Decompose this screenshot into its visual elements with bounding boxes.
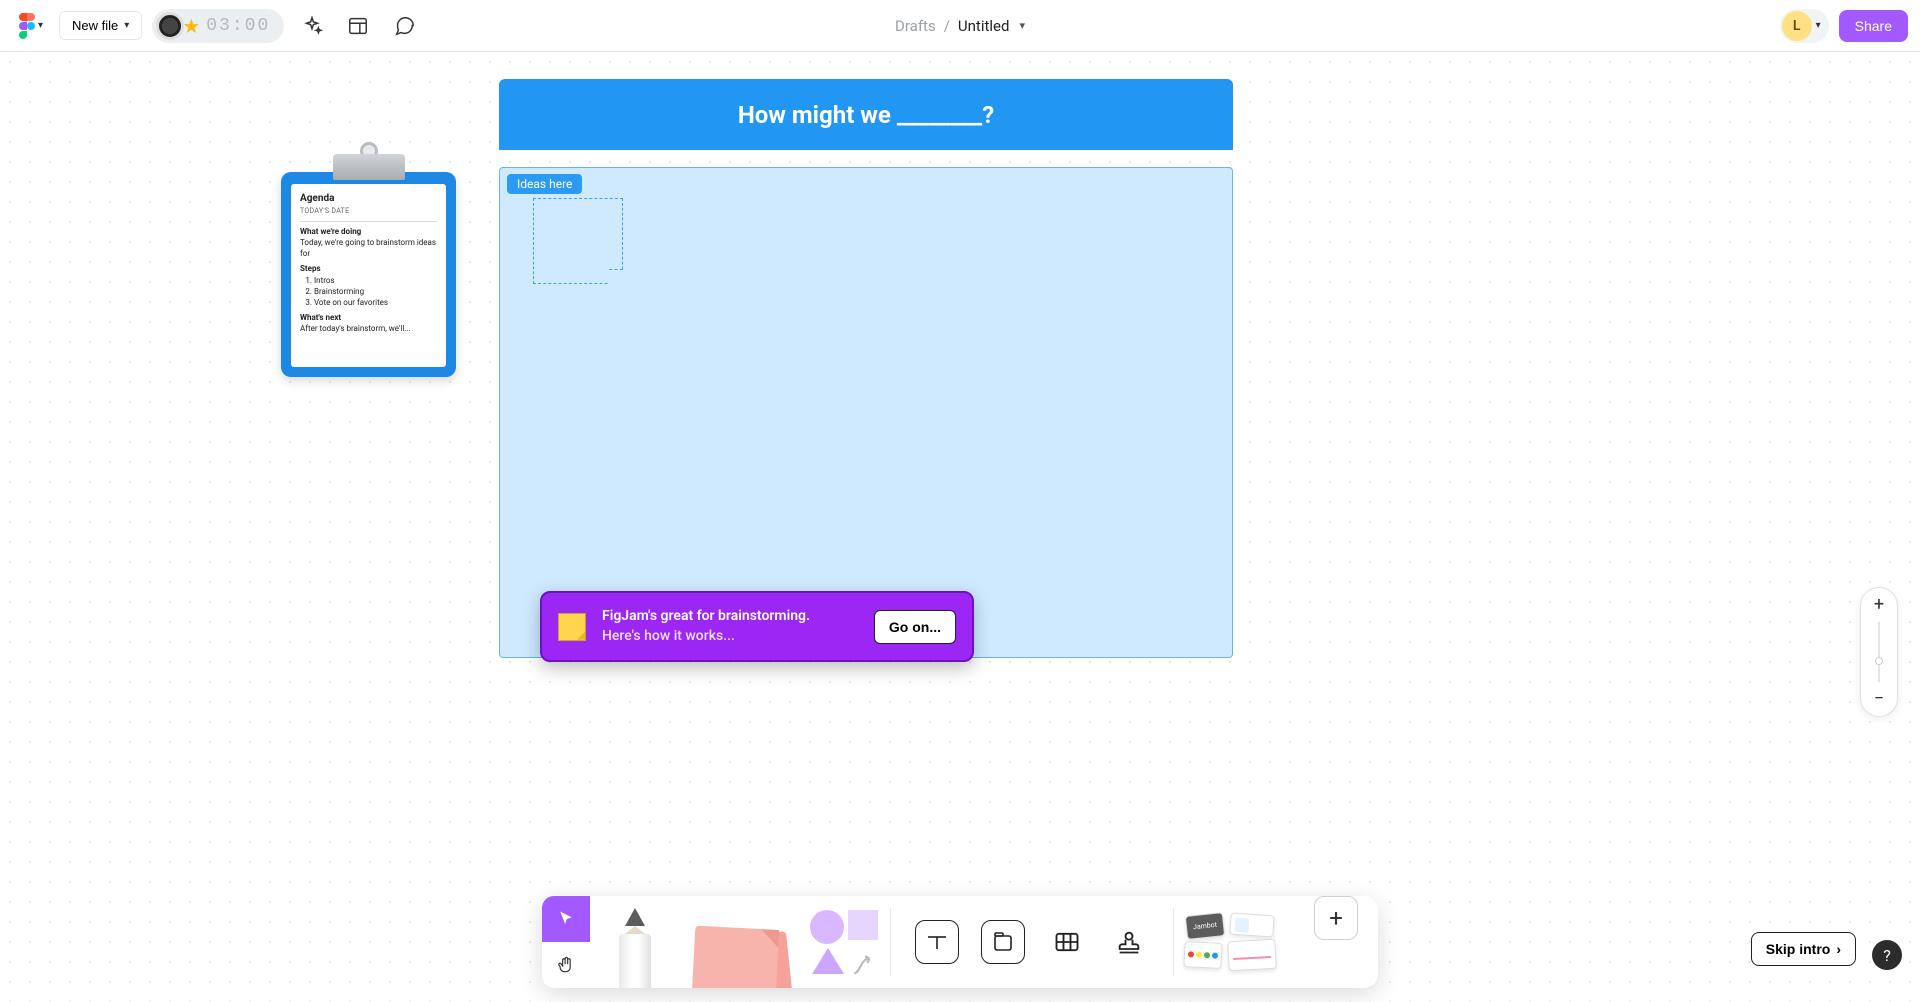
sticky-placeholder[interactable]: [533, 198, 623, 284]
agenda-date: TODAY'S DATE: [300, 207, 437, 217]
agenda-step: Brainstorming: [314, 286, 437, 297]
widget-preview-icon: Jambot: [1185, 912, 1225, 940]
intro-line1: FigJam's great for brainstorming.: [602, 607, 858, 627]
agenda-next-title: What's next: [300, 312, 437, 323]
chevron-right-icon: ›: [1836, 941, 1841, 957]
agenda-paper: Agenda TODAY'S DATE What we're doing Tod…: [291, 184, 446, 367]
intro-continue-button[interactable]: Go on...: [874, 610, 956, 644]
breadcrumb-separator: /: [944, 17, 950, 35]
timer-value: 03:00: [206, 16, 270, 36]
layout-view-button[interactable]: [340, 8, 376, 44]
ai-sparkle-button[interactable]: [294, 8, 330, 44]
chevron-down-icon: ▾: [1019, 19, 1025, 32]
stamp-icon: [1115, 928, 1143, 956]
comments-button[interactable]: [386, 8, 422, 44]
agenda-next-body: After today's brainstorm, we'll...: [300, 323, 437, 334]
marker-tool-button[interactable]: [590, 896, 680, 988]
sticky-icon: [692, 926, 779, 988]
breadcrumb-location: Drafts: [895, 17, 936, 35]
stamp-tool-button[interactable]: [1109, 922, 1149, 962]
record-disc-icon: [156, 12, 184, 40]
layout-icon: [347, 15, 369, 37]
prompt-banner[interactable]: How might we ________?: [499, 79, 1233, 150]
plus-icon: +: [1329, 904, 1343, 932]
more-tools-button[interactable]: +: [1314, 896, 1358, 940]
sticky-note-icon: [558, 613, 586, 641]
intro-popover: FigJam's great for brainstorming. Here's…: [540, 591, 974, 662]
agenda-title: Agenda: [300, 192, 437, 206]
text-tool-button[interactable]: [915, 920, 959, 964]
bottom-toolbar: Jambot +: [542, 896, 1378, 988]
chevron-down-icon: ▾: [38, 20, 43, 31]
canvas[interactable]: How might we ________? Ideas here Agenda…: [0, 52, 1920, 1002]
square-icon: [848, 910, 878, 940]
breadcrumb-title: Untitled: [958, 17, 1010, 35]
table-icon: [1053, 928, 1081, 956]
chevron-down-icon: ▾: [1816, 20, 1821, 31]
timer-button[interactable]: ★ 03:00: [152, 9, 284, 43]
agenda-clipboard[interactable]: Agenda TODAY'S DATE What we're doing Tod…: [281, 172, 456, 377]
chevron-down-icon: ▾: [124, 20, 129, 31]
intro-text: FigJam's great for brainstorming. Here's…: [602, 607, 858, 646]
zoom-control: + −: [1860, 587, 1898, 717]
section-icon: [991, 930, 1015, 954]
intro-line2: Here's how it works...: [602, 627, 858, 647]
hand-tool-button[interactable]: [542, 942, 590, 988]
agenda-step: Intros: [314, 275, 437, 286]
agenda-steps-title: Steps: [300, 263, 437, 274]
shapes-tool-button[interactable]: [800, 896, 890, 988]
circle-icon: [810, 910, 844, 944]
triangle-icon: [812, 948, 844, 974]
cursor-icon: [556, 909, 576, 929]
zoom-in-button[interactable]: +: [1874, 596, 1884, 614]
zoom-slider[interactable]: [1878, 622, 1880, 682]
user-presence-button[interactable]: L ▾: [1780, 9, 1829, 43]
zoom-thumb[interactable]: [1875, 657, 1883, 665]
clipboard-clip-icon: [333, 154, 405, 180]
new-file-label: New file: [72, 18, 118, 33]
speech-bubble-icon: [393, 15, 415, 37]
ideas-label: Ideas here: [507, 174, 582, 194]
main-menu-button[interactable]: ▾: [12, 9, 49, 43]
widget-preview-icon: [1227, 939, 1277, 971]
text-icon: [925, 930, 949, 954]
widget-preview-icon: [1229, 912, 1274, 937]
new-file-button[interactable]: New file ▾: [59, 11, 142, 40]
zoom-out-button[interactable]: −: [1874, 690, 1884, 708]
connector-arrow-icon: [850, 952, 876, 982]
avatar: L: [1782, 11, 1812, 41]
marker-icon: [613, 908, 657, 988]
hand-icon: [556, 955, 576, 975]
widgets-button[interactable]: Jambot: [1174, 896, 1294, 988]
sticky-note-tool-button[interactable]: [680, 896, 800, 988]
select-tool-button[interactable]: [542, 896, 590, 942]
help-button[interactable]: ?: [1872, 940, 1902, 970]
agenda-sec1-body: Today, we're going to brainstorm ideas f…: [300, 237, 437, 259]
table-tool-button[interactable]: [1047, 922, 1087, 962]
skip-intro-label: Skip intro: [1766, 941, 1831, 957]
skip-intro-button[interactable]: Skip intro ›: [1751, 932, 1856, 966]
figma-logo-icon: [18, 13, 36, 39]
agenda-step: Vote on our favorites: [314, 297, 437, 308]
ideas-section[interactable]: Ideas here: [499, 167, 1233, 658]
star-icon: ★: [182, 14, 200, 38]
agenda-sec1-title: What we're doing: [300, 226, 437, 237]
sparkle-icon: [301, 15, 323, 37]
widget-preview-icon: [1183, 941, 1222, 969]
share-button[interactable]: Share: [1839, 10, 1908, 42]
topbar: ▾ New file ▾ ★ 03:00 Drafts / Untitled ▾…: [0, 0, 1920, 52]
breadcrumb[interactable]: Drafts / Untitled ▾: [895, 17, 1025, 35]
section-tool-button[interactable]: [981, 920, 1025, 964]
